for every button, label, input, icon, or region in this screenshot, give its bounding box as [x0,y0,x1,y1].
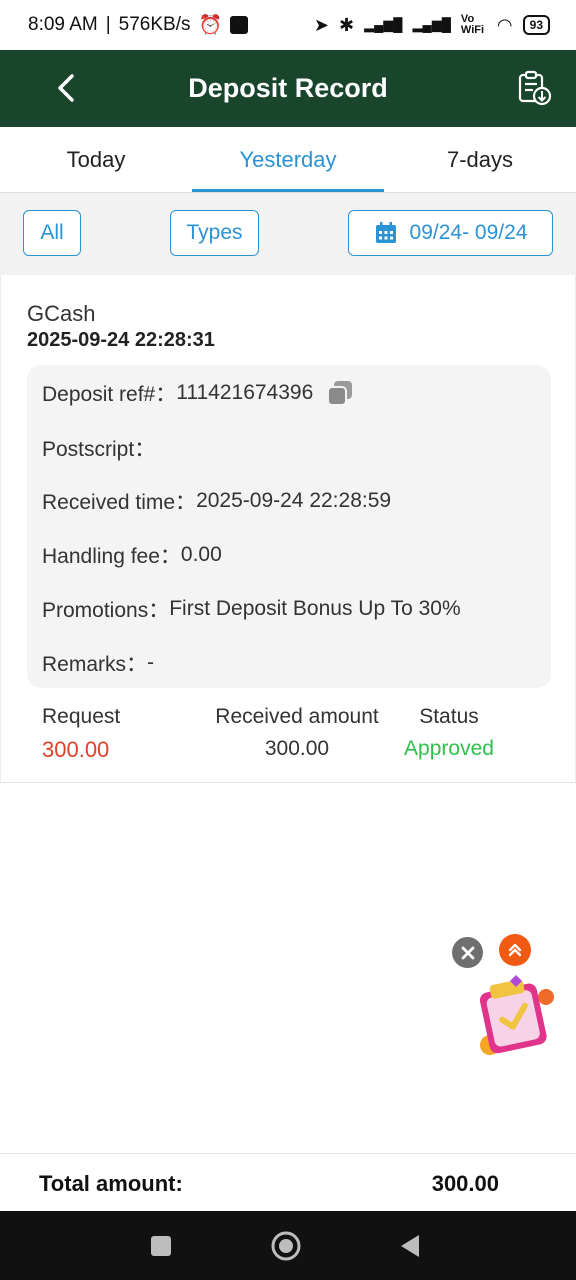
recents-button[interactable] [144,1229,178,1263]
promo-gift-icon [479,975,554,1055]
location-icon: ➤ [313,14,329,35]
double-chevron-up-icon [508,943,522,957]
received-column: Received amount 300.00 [208,705,386,761]
promotions-value: First Deposit Bonus Up To 30% [169,597,461,620]
triangle-back-icon [401,1235,419,1257]
status-time: 8:09 AM [28,14,98,35]
deposit-ref-value: 111421674396 [176,381,314,404]
tab-today[interactable]: Today [0,127,192,192]
record-details: Deposit ref#： 111421674396 Postscript： R… [27,365,551,688]
export-button[interactable] [514,68,554,108]
close-promo-button[interactable] [452,937,483,968]
system-nav-bar [0,1211,576,1280]
app-header: Deposit Record [0,50,576,127]
handling-fee-row: Handling fee： 0.00 [42,540,222,570]
record-summary: Request 300.00 Received amount 300.00 St… [1,705,576,775]
copy-icon[interactable] [325,378,355,408]
date-range-button[interactable]: 09/24- 09/24 [348,210,553,256]
wifi-icon: ◠ [496,14,513,35]
signal-icon: ▂▄▆█ [364,17,403,32]
payment-method: GCash [27,301,96,326]
status-bar: 8:09 AM | 576KB/s ⏰ ➤ ✱ ▂▄▆█ ▂▄▆█ Vo WiF… [0,0,576,50]
received-time-label: Received time： [42,491,197,514]
page-title: Deposit Record [188,73,388,103]
back-nav-button[interactable] [393,1229,427,1263]
back-button[interactable] [46,68,86,108]
handling-fee-value: 0.00 [180,543,222,566]
handling-fee-label: Handling fee： [42,545,181,568]
postscript-row: Postscript： [42,433,155,463]
received-time-row: Received time： 2025-09-24 22:28:59 [42,486,391,516]
promotions-label: Promotions： [42,599,170,622]
promo-gift-widget[interactable] [470,975,560,1060]
clipboard-download-icon [518,70,552,106]
total-amount-label: Total amount: [39,1171,183,1196]
deposit-ref-row: Deposit ref#： 111421674396 [42,378,355,408]
date-range-label: 09/24- 09/24 [409,221,528,244]
tab-7-days[interactable]: 7-days [384,127,576,192]
request-label: Request [42,705,121,728]
total-amount-value: 300.00 [431,1171,499,1196]
request-column: Request 300.00 [42,705,120,763]
vowifi-label: Vo WiFi [460,13,485,36]
status-badge: Approved [404,737,494,760]
bluetooth-icon: ✱ [338,14,355,35]
remarks-label: Remarks： [42,653,148,676]
deposit-ref-label: Deposit ref#： [42,383,177,406]
remarks-value: - [147,651,155,674]
home-button[interactable] [269,1229,303,1263]
deposit-record-card: GCash 2025-09-24 22:28:31 Deposit ref#： … [0,275,576,783]
status-column: Status Approved [397,705,501,761]
total-amount-bar: Total amount: 300.00 [0,1153,576,1211]
postscript-label: Postscript： [42,438,156,461]
received-amount-value: 300.00 [264,737,330,760]
received-amount-label: Received amount [215,705,379,728]
square-icon [151,1236,171,1256]
promotions-row: Promotions： First Deposit Bonus Up To 30… [42,594,461,624]
signal-icon-2: ▂▄▆█ [412,17,451,32]
calendar-icon [375,222,396,243]
home-circle-icon [271,1231,301,1261]
scroll-top-button[interactable] [499,934,531,966]
status-network-speed: 576KB/s [118,14,191,35]
date-tabs: Today Yesterday 7-days [0,127,576,193]
close-icon [461,946,474,959]
tab-yesterday[interactable]: Yesterday [192,127,384,192]
alarm-icon: ⏰ [198,15,223,36]
battery-icon: 93 [522,15,550,35]
status-label: Status [419,705,479,728]
all-filter-button[interactable]: All [23,210,81,256]
types-filter-button[interactable]: Types [170,210,259,256]
remarks-row: Remarks： - [42,648,154,678]
chevron-left-icon [58,74,74,102]
notification-icon [230,16,249,34]
request-value: 300.00 [42,737,110,762]
filter-bar: All Types 09/24- 09/24 [0,193,576,275]
record-time: 2025-09-24 22:28:31 [27,329,215,351]
received-time-value: 2025-09-24 22:28:59 [196,489,392,512]
